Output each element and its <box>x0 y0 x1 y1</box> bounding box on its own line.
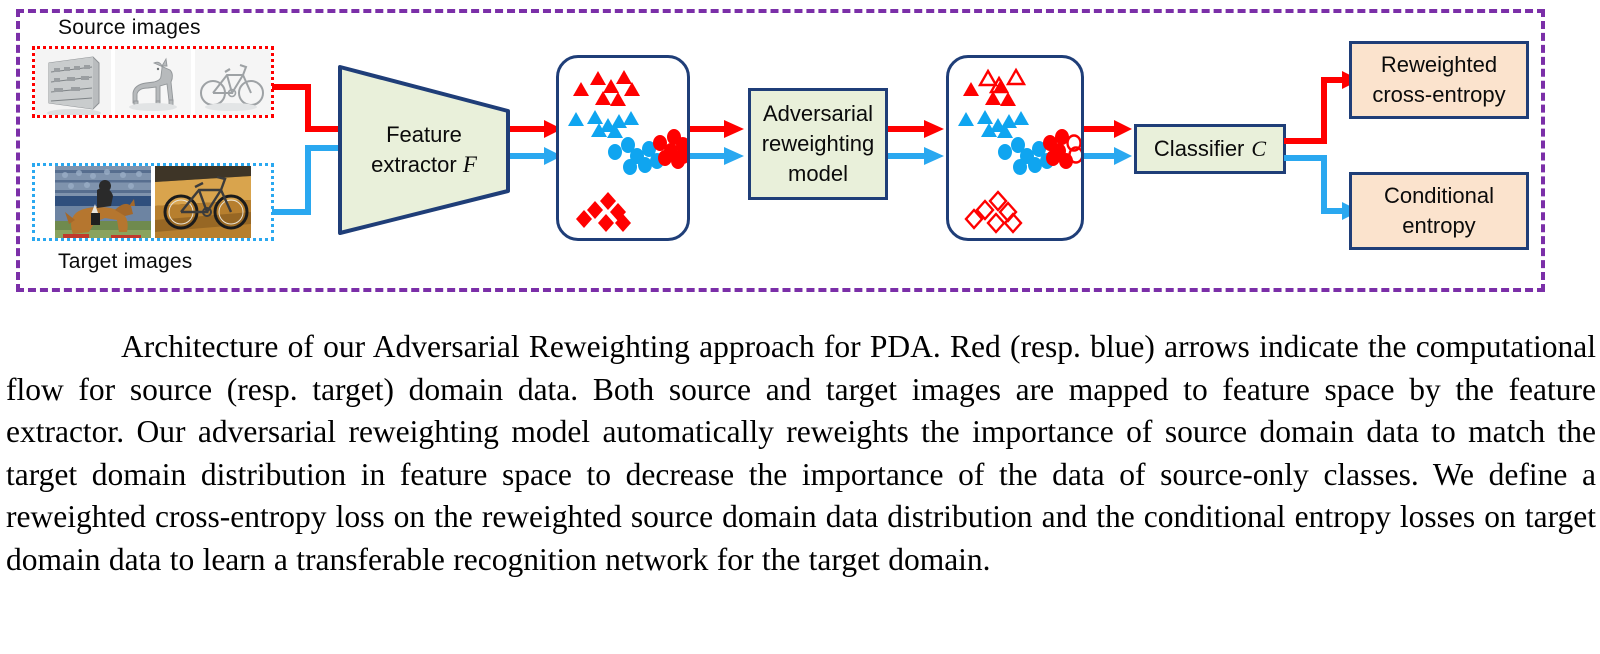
featurespace-to-arm-arrows <box>690 120 744 165</box>
target-thumbnails <box>55 166 251 238</box>
feature-space-scatter-after <box>958 67 1081 234</box>
rce-line-2: cross-entropy <box>1372 82 1506 107</box>
feature-extractor-label: Feature extractor F <box>371 122 477 177</box>
feature-space-scatter-before <box>568 70 687 232</box>
arm-to-featurespace-arrows <box>888 120 944 165</box>
rce-line-1: Reweighted <box>1380 52 1498 77</box>
source-images-label: Source images <box>58 16 201 39</box>
figure-page: Source images Target images Feature extr… <box>0 0 1600 654</box>
source-images-box <box>32 46 274 118</box>
real-bicycle-image <box>155 166 251 238</box>
red-circle-cluster-reweighted <box>1043 129 1081 169</box>
blue-triangle-cluster-reweighted <box>958 110 1029 138</box>
target-images-box <box>32 163 274 241</box>
arm-line-2: reweighting <box>761 131 875 156</box>
red-diamond-cluster-reweighted <box>964 190 1023 234</box>
target-images-label: Target images <box>58 250 193 273</box>
red-triangle-cluster-reweighted <box>963 67 1027 106</box>
feature-space-panel-before <box>556 55 690 241</box>
real-horse-image <box>55 166 151 238</box>
blue-triangle-cluster <box>568 110 639 138</box>
classifier-label: Classifier <box>1153 136 1245 161</box>
arm-line-3: model <box>788 161 848 186</box>
adversarial-reweighting-model-box[interactable]: Adversarial reweighting model <box>748 88 888 200</box>
classifier-box[interactable]: Classifier C <box>1134 124 1286 174</box>
feature-space-panel-after <box>946 55 1084 241</box>
red-triangle-cluster <box>573 70 640 106</box>
reweighted-cross-entropy-box[interactable]: Reweighted cross-entropy <box>1349 41 1529 119</box>
ce-line-2: entropy <box>1402 213 1476 238</box>
featurespace-to-classifier-arrows <box>1084 120 1132 165</box>
conditional-entropy-box[interactable]: Conditional entropy <box>1349 172 1529 250</box>
source-thumbnails <box>35 49 271 115</box>
arm-line-1: Adversarial <box>762 101 874 126</box>
figure-caption: Architecture of our Adversarial Reweight… <box>6 329 1596 577</box>
classifier-symbol: C <box>1251 136 1267 161</box>
feature-extractor-block: Feature extractor F <box>336 63 512 237</box>
red-diamond-cluster <box>576 192 631 232</box>
ce-line-1: Conditional <box>1383 183 1495 208</box>
